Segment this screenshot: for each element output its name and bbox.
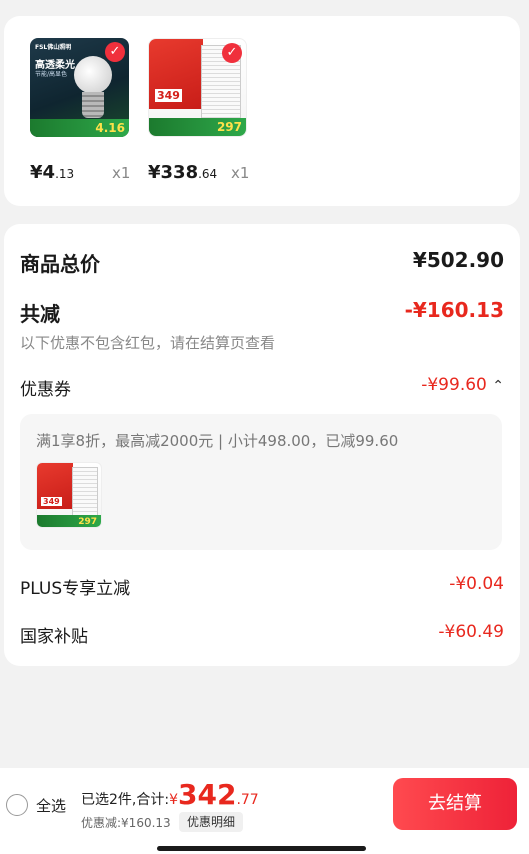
selected-count-text: 已选2件,合计: xyxy=(81,792,170,808)
price-summary-card: 商品总价 ¥502.90 共减 -¥160.13 以下优惠不包含红包，请在结算页… xyxy=(4,224,520,666)
product-price: ¥4.13 xyxy=(30,162,74,183)
discount-summary: 优惠减:¥160.13 xyxy=(81,816,171,830)
coupon-detail-box: 满1享8折，最高减2000元 | 小计498.00，已减99.60 349 29… xyxy=(20,414,502,550)
product-image-bulb[interactable]: FSL佛山照明 高透柔光 节能/高显色 4.16 ✓ xyxy=(30,38,129,137)
bulb-base-illustration xyxy=(82,92,104,118)
coupon-value-toggle[interactable]: -¥99.60 ⌃ xyxy=(421,375,504,395)
chevron-up-icon[interactable]: ⌃ xyxy=(492,378,504,394)
subsidy-value: -¥60.49 xyxy=(438,622,504,642)
total-decimal: .77 xyxy=(236,792,259,808)
thumb-strip-price: 4.16 xyxy=(95,121,125,135)
price-integer: 338 xyxy=(160,162,199,183)
discount-note: 以下优惠不包含红包，请在结算页查看 xyxy=(20,334,276,352)
thumb-promo-price: 349 xyxy=(155,89,182,102)
coupon-description: 满1享8折，最高减2000元 | 小计498.00，已减99.60 xyxy=(36,432,399,450)
select-all-label[interactable]: 全选 xyxy=(36,795,66,816)
price-decimal: .13 xyxy=(55,167,75,181)
total-integer: 342 xyxy=(178,778,237,811)
thumb-strip-price: 297 xyxy=(216,120,242,134)
thumb-price-strip: 297 xyxy=(149,118,246,136)
thumb-promo-price: 349 xyxy=(41,497,62,506)
coupon-product-thumbnail[interactable]: 349 297 xyxy=(36,462,102,528)
total-currency-symbol: ¥ xyxy=(169,792,178,808)
thumb-brand-text: FSL佛山照明 xyxy=(35,44,72,51)
subsidy-label: 国家补贴 xyxy=(20,627,88,647)
selected-total: 已选2件,合计:¥342.77 xyxy=(81,778,259,811)
price-integer: 4 xyxy=(42,162,56,183)
thumb-sub-text: 节能/高显色 xyxy=(35,71,68,78)
checkout-button[interactable]: 去结算 xyxy=(393,778,517,830)
discount-detail-button[interactable]: 优惠明细 xyxy=(179,812,244,832)
currency-symbol: ¥ xyxy=(30,162,43,183)
product-quantity: x1 xyxy=(231,164,250,182)
plus-reduce-value: -¥0.04 xyxy=(449,574,504,594)
checkmark-circle-icon[interactable]: ✓ xyxy=(105,42,125,62)
coupon-label: 优惠券 xyxy=(20,380,71,400)
radio-unchecked-icon[interactable] xyxy=(6,794,28,816)
product-image-air-conditioner[interactable]: 349 297 ✓ xyxy=(148,38,247,137)
product-item-bulb[interactable]: FSL佛山照明 高透柔光 节能/高显色 4.16 ✓ xyxy=(30,38,130,137)
price-decimal: .64 xyxy=(198,167,218,181)
thumb-price-strip: 297 xyxy=(37,515,101,527)
product-item-air-conditioner[interactable]: 349 297 ✓ xyxy=(148,38,248,137)
total-amount: ¥342.77 xyxy=(169,778,259,811)
coupon-value: -¥99.60 xyxy=(421,375,487,395)
ac-unit-illustration xyxy=(72,467,98,517)
product-quantity: x1 xyxy=(112,164,131,182)
total-reduce-label: 共减 xyxy=(20,302,60,326)
thumb-strip-price: 297 xyxy=(78,517,97,527)
currency-symbol: ¥ xyxy=(148,162,161,183)
plus-reduce-label: PLUS专享立减 xyxy=(20,579,131,599)
goods-total-value: ¥502.90 xyxy=(412,248,504,272)
goods-total-label: 商品总价 xyxy=(20,252,100,276)
total-reduce-value: -¥160.13 xyxy=(404,298,504,322)
checkout-bar: 全选 已选2件,合计:¥342.77 优惠减:¥160.13 优惠明细 去结算 xyxy=(0,768,529,854)
bulb-illustration xyxy=(74,56,112,94)
home-indicator[interactable] xyxy=(157,846,366,851)
product-price: ¥338.64 xyxy=(148,162,217,183)
thumb-price-strip: 4.16 xyxy=(30,119,129,137)
selected-products-card: FSL佛山照明 高透柔光 节能/高显色 4.16 ✓ 349 297 ✓ ¥4.… xyxy=(4,16,520,206)
checkmark-circle-icon[interactable]: ✓ xyxy=(222,43,242,63)
